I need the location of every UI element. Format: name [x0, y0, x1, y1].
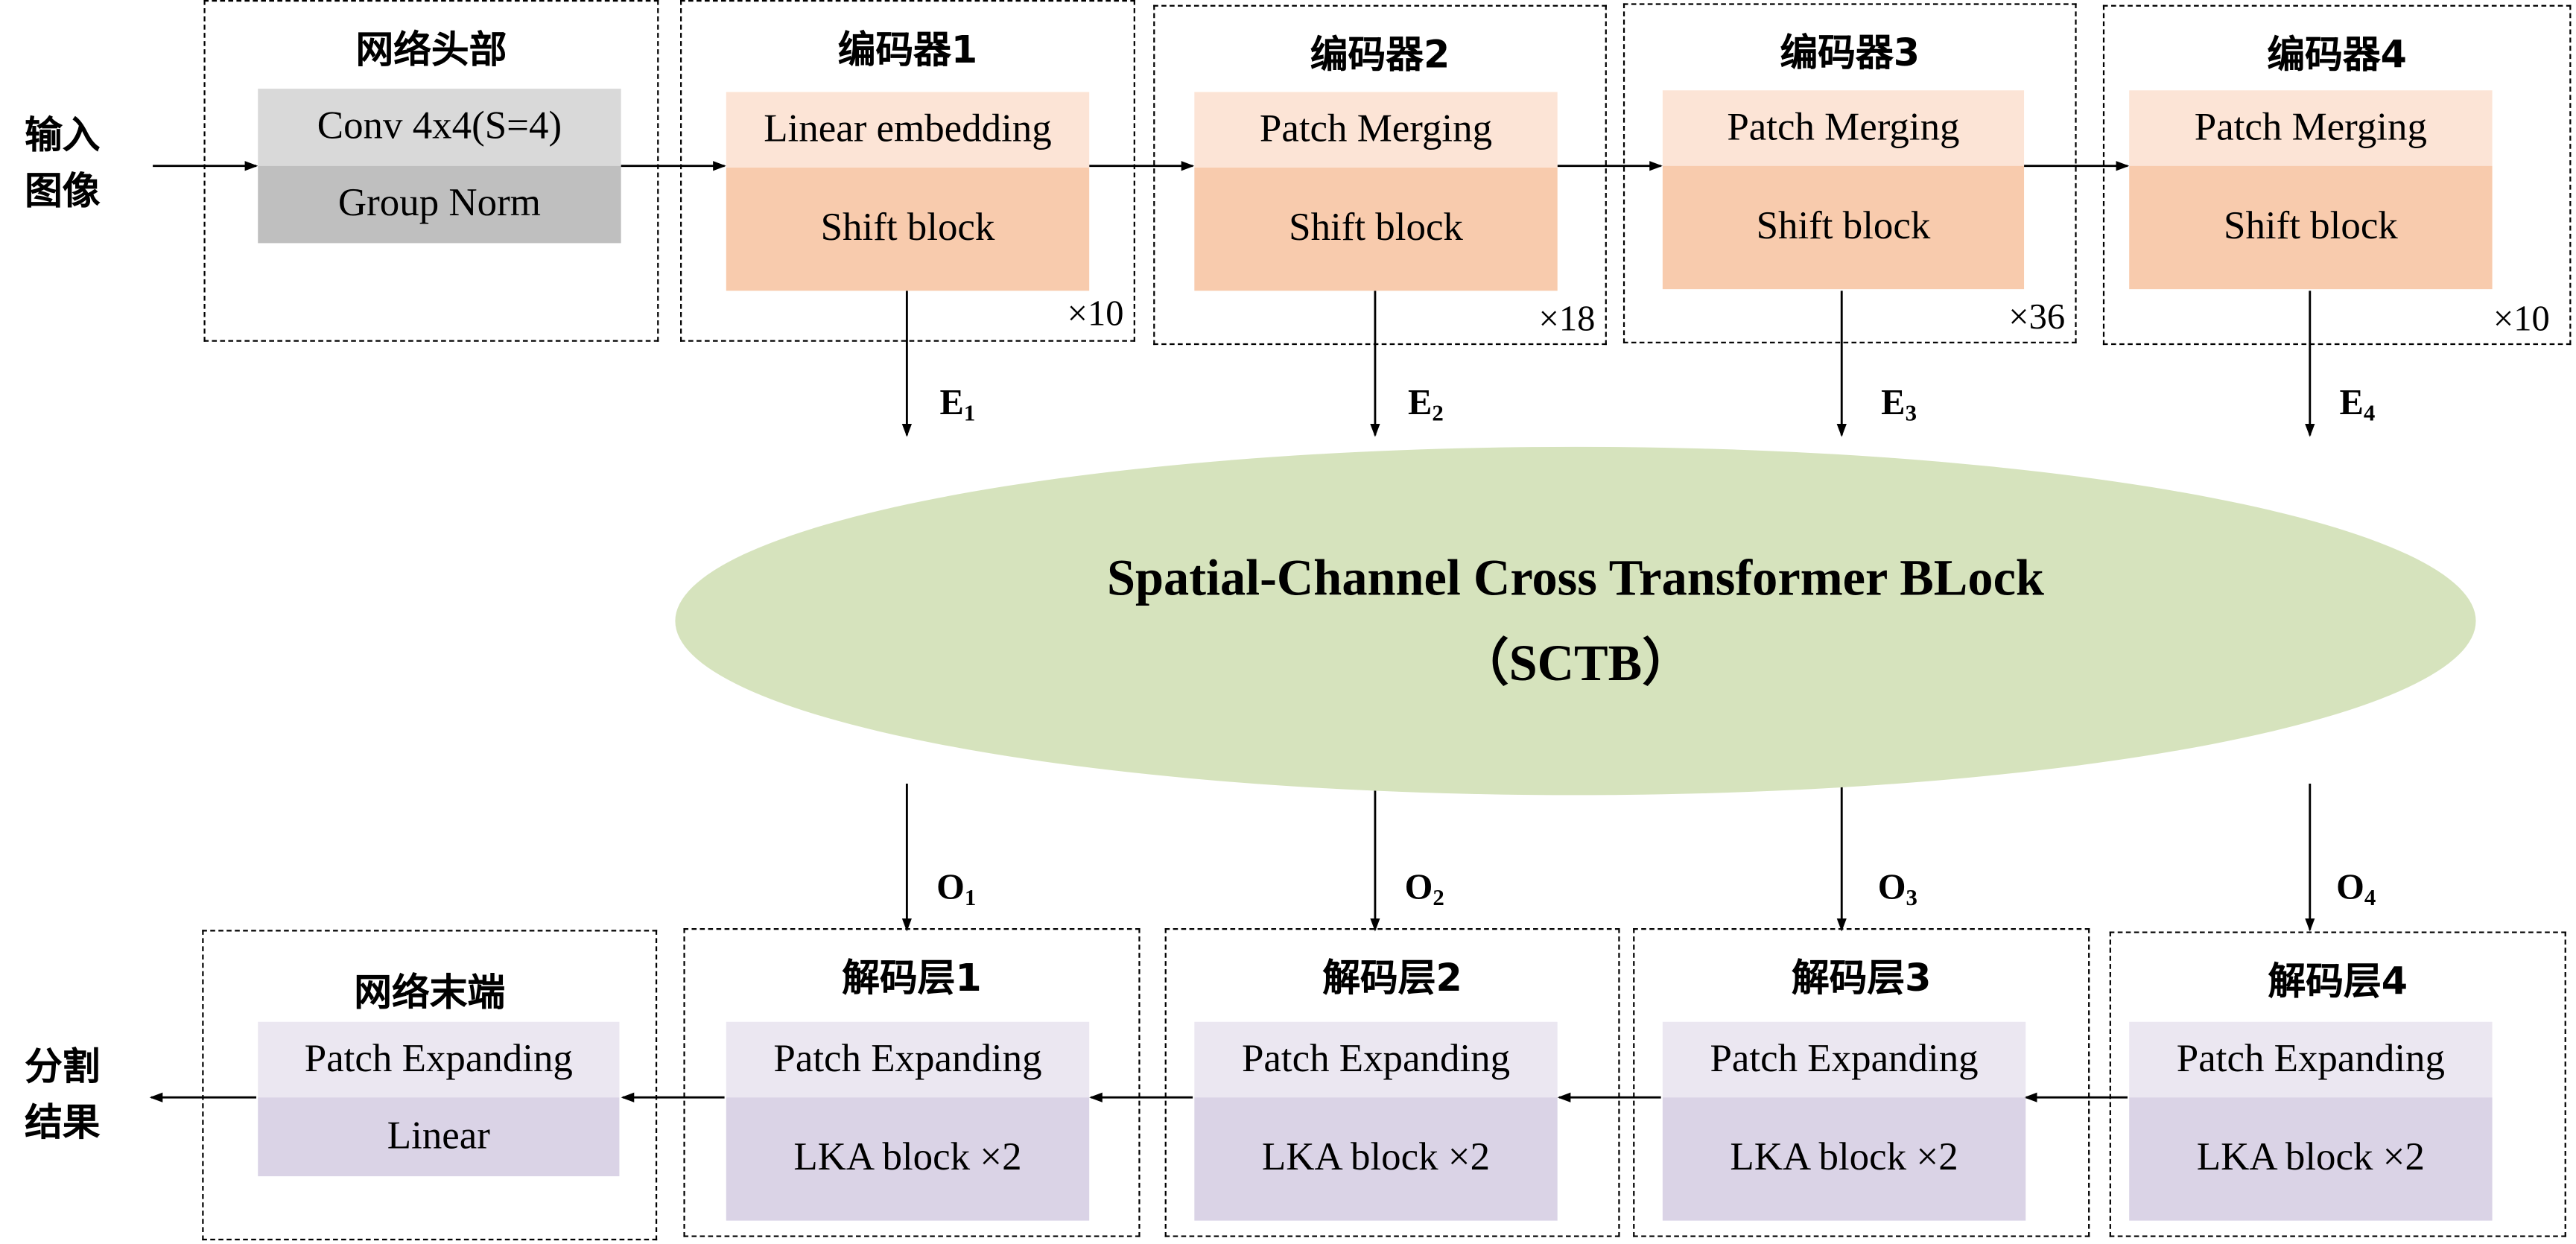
decoder-3-lka-block: LKA block ×2 [1662, 1097, 2026, 1221]
tail-linear-block: Linear [258, 1097, 620, 1177]
encoder-3-title: 编码器3 [1780, 33, 1920, 76]
encoder-4-shift-block: Shift block [2129, 165, 2493, 290]
encoder-2-merging-block: Patch Merging [1194, 92, 1558, 168]
o3-label: O3 [1877, 866, 1917, 912]
encoder-3-shift-block: Shift block [1662, 165, 2025, 290]
encoder-4-title: 编码器4 [2267, 34, 2407, 77]
decoder-4-title: 解码层4 [2268, 961, 2408, 1004]
encoder-4-repeat: ×10 [2493, 297, 2550, 339]
e4-label: E4 [2339, 381, 2376, 428]
decoder-4-lka-block: LKA block ×2 [2129, 1097, 2493, 1221]
o2-label: O2 [1404, 866, 1444, 912]
tail-patch-expanding-block: Patch Expanding [258, 1021, 620, 1098]
encoder-1-repeat: ×10 [1067, 292, 1124, 334]
encoder-2-repeat: ×18 [1538, 297, 1596, 339]
sctb-ellipse: Spatial-Channel Cross Transformer BLock … [675, 446, 2476, 796]
decoder-1-lka-block: LKA block ×2 [726, 1097, 1090, 1221]
conv-block: Conv 4x4(S=4) [258, 89, 621, 166]
network-head-title: 网络头部 [355, 29, 507, 73]
encoder-2-shift-block: Shift block [1194, 167, 1558, 291]
e2-label: E2 [1408, 381, 1444, 428]
network-tail-title: 网络末端 [354, 972, 506, 1015]
input-image-label: 输入 图像 [25, 115, 101, 214]
sctb-abbrev: （SCTB） [1458, 634, 1693, 692]
decoder-2-title: 解码层2 [1322, 957, 1462, 1001]
o4-label: O4 [2336, 866, 2376, 912]
encoder-3-merging-block: Patch Merging [1662, 90, 2025, 166]
e1-label: E1 [939, 381, 976, 428]
group-norm-block: Group Norm [258, 165, 621, 244]
decoder-3-title: 解码层3 [1791, 957, 1932, 1001]
encoder-1-title: 编码器1 [837, 29, 978, 73]
decoder-1-title: 解码层1 [842, 957, 982, 1001]
encoder-1-embedding-block: Linear embedding [726, 92, 1090, 168]
decoder-1-expanding-block: Patch Expanding [726, 1021, 1090, 1098]
segmentation-result-label: 分割 结果 [25, 1046, 101, 1146]
decoder-4-expanding-block: Patch Expanding [2129, 1021, 2493, 1098]
decoder-2-expanding-block: Patch Expanding [1194, 1021, 1558, 1098]
encoder-2-title: 编码器2 [1310, 34, 1450, 77]
decoder-2-lka-block: LKA block ×2 [1194, 1097, 1558, 1221]
decoder-3-expanding-block: Patch Expanding [1662, 1021, 2026, 1098]
o1-label: O1 [936, 866, 977, 912]
encoder-4-merging-block: Patch Merging [2129, 90, 2493, 166]
e3-label: E3 [1881, 381, 1917, 428]
sctb-title: Spatial-Channel Cross Transformer BLock [1106, 548, 2044, 606]
encoder-3-repeat: ×36 [2008, 295, 2066, 337]
diagram-canvas: 输入 图像 分割 结果 网络头部 Conv 4x4(S=4) Group Nor… [0, 0, 2576, 1243]
encoder-1-shift-block: Shift block [726, 167, 1090, 291]
